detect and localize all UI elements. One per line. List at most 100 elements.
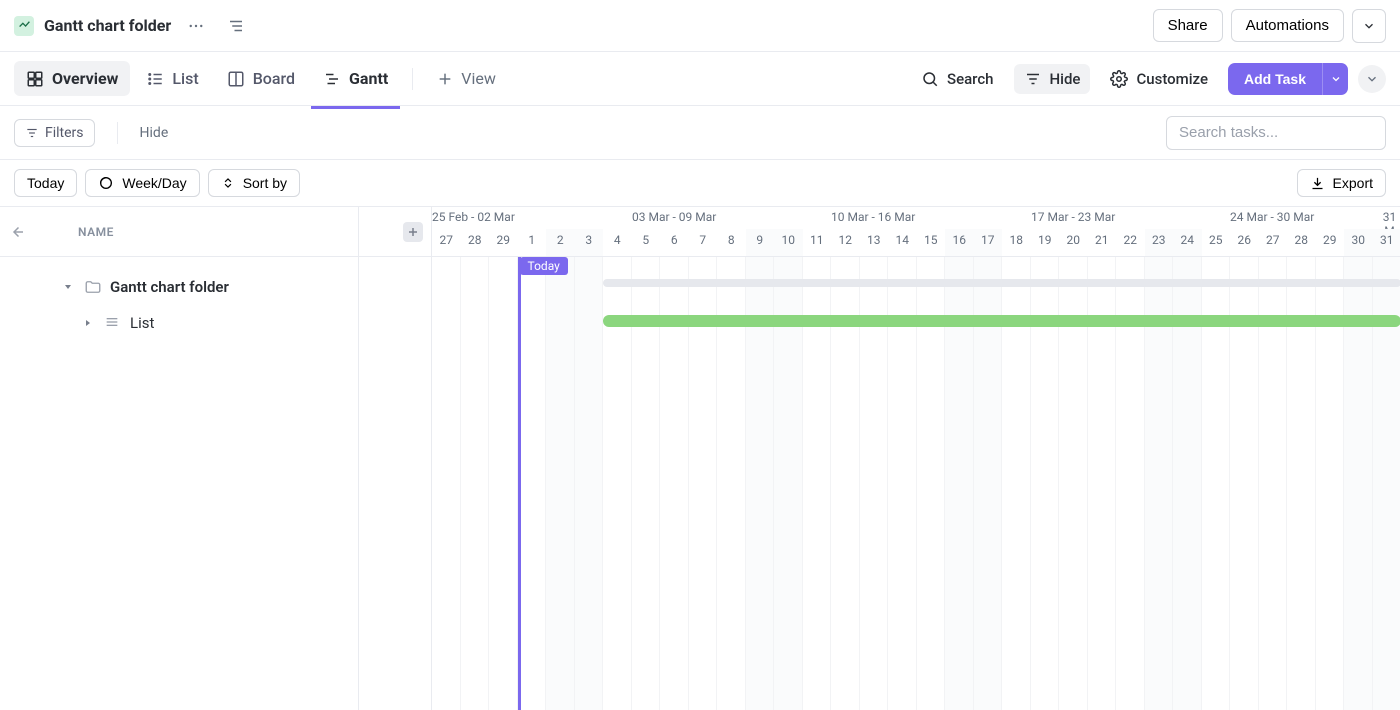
search-button[interactable]: Search: [911, 64, 1004, 94]
search-tasks-input[interactable]: [1166, 116, 1386, 150]
hide-button[interactable]: Hide: [1014, 64, 1091, 94]
filters-divider: [117, 122, 118, 144]
sort-by-button[interactable]: Sort by: [208, 169, 300, 197]
sidebar-header: NAME: [0, 207, 431, 257]
tab-list-label: List: [172, 69, 198, 88]
day-cell: 2: [546, 229, 575, 256]
gantt-area: NAME Gantt chart folder: [0, 206, 1400, 710]
view-tabs: Overview List Board Gantt View: [14, 61, 508, 96]
week-label: 03 Mar - 09 Mar: [632, 210, 716, 224]
header-actions: Share Automations: [1153, 9, 1386, 43]
name-column-header: NAME: [78, 225, 114, 239]
timeline-toolbar: Today Week/Day Sort by Export: [0, 160, 1400, 206]
day-cell: 19: [1031, 229, 1060, 256]
day-cell: 10: [774, 229, 803, 256]
today-label: Today: [520, 257, 568, 275]
customize-label: Customize: [1136, 70, 1208, 88]
today-marker: [518, 257, 521, 710]
view-bar-actions: Search Hide Customize Add Task: [911, 63, 1386, 95]
day-cell: 4: [603, 229, 632, 256]
day-cell: 26: [1230, 229, 1259, 256]
breadcrumb: Gantt chart folder: [14, 13, 251, 39]
days-row: 2728291234567891011121314151617181920212…: [432, 229, 1400, 257]
tab-list[interactable]: List: [134, 61, 210, 96]
gantt-icon: [323, 70, 341, 88]
automations-caret-button[interactable]: [1352, 9, 1386, 43]
zoom-cycle-button[interactable]: Week/Day: [85, 169, 199, 197]
day-cell: 31: [1373, 229, 1400, 256]
automations-button[interactable]: Automations: [1231, 9, 1344, 42]
customize-button[interactable]: Customize: [1100, 64, 1218, 94]
day-cell: 28: [1287, 229, 1316, 256]
grid-column: [489, 257, 518, 710]
share-label: Share: [1168, 17, 1208, 34]
day-cell: 6: [660, 229, 689, 256]
search-label: Search: [947, 70, 994, 88]
grid-area: Today: [432, 257, 1400, 710]
day-cell: 9: [746, 229, 775, 256]
outline-icon[interactable]: [221, 13, 251, 39]
gantt-sidebar: NAME Gantt chart folder: [0, 207, 432, 710]
task-bar[interactable]: [603, 315, 1400, 327]
gantt-timeline[interactable]: 25 Feb - 02 Mar 03 Mar - 09 Mar 10 Mar - 1…: [432, 207, 1400, 710]
folder-color-icon: [14, 16, 34, 36]
grid-column: [546, 257, 575, 710]
view-bar: Overview List Board Gantt View: [0, 52, 1400, 106]
day-cell: 30: [1344, 229, 1373, 256]
tab-divider: [412, 68, 413, 90]
day-cell: 13: [860, 229, 889, 256]
add-column-icon[interactable]: [403, 222, 423, 242]
tab-board-label: Board: [253, 69, 295, 88]
add-view-label: View: [461, 69, 496, 88]
day-cell: 7: [689, 229, 718, 256]
hide-columns-button[interactable]: Hide: [140, 125, 169, 141]
list-name: List: [130, 314, 154, 332]
expand-panel-icon[interactable]: [1358, 65, 1386, 93]
tab-overview[interactable]: Overview: [14, 61, 130, 96]
week-label: 10 Mar - 16 Mar: [831, 210, 915, 224]
tree-list-row[interactable]: List: [0, 305, 431, 341]
day-cell: 28: [461, 229, 490, 256]
day-cell: 18: [1002, 229, 1031, 256]
top-header: Gantt chart folder Share Automations: [0, 0, 1400, 52]
tab-gantt[interactable]: Gantt: [311, 61, 400, 96]
more-menu-icon[interactable]: [181, 13, 211, 39]
filters-bar: Filters Hide: [0, 106, 1400, 160]
day-cell: 23: [1145, 229, 1174, 256]
day-cell: 22: [1116, 229, 1145, 256]
tab-gantt-label: Gantt: [349, 69, 388, 88]
week-label: 24 Mar - 30 Mar: [1230, 210, 1314, 224]
tab-board[interactable]: Board: [215, 61, 307, 96]
week-label: 25 Feb - 02 Mar: [432, 210, 515, 224]
tree-folder-row[interactable]: Gantt chart folder: [0, 269, 431, 305]
caret-down-icon: [62, 281, 76, 293]
board-icon: [227, 70, 245, 88]
add-view-button[interactable]: View: [425, 61, 508, 96]
add-task-caret[interactable]: [1322, 63, 1348, 95]
grid-column: [518, 257, 547, 710]
day-cell: 24: [1173, 229, 1202, 256]
share-button[interactable]: Share: [1153, 9, 1223, 42]
caret-right-icon: [82, 317, 96, 329]
collapse-sidebar-icon[interactable]: [8, 223, 26, 241]
today-label: Today: [27, 175, 64, 191]
add-task-button[interactable]: Add Task: [1228, 63, 1322, 95]
filters-button[interactable]: Filters: [14, 119, 95, 147]
day-cell: 11: [803, 229, 832, 256]
day-cell: 25: [1202, 229, 1231, 256]
add-task-label: Add Task: [1244, 71, 1306, 87]
week-label: 17 Mar - 23 Mar: [1031, 210, 1115, 224]
grid-column: [575, 257, 604, 710]
list-icon: [146, 70, 164, 88]
sidebar-col-divider: [358, 207, 359, 710]
today-button[interactable]: Today: [14, 169, 77, 197]
day-cell: 16: [945, 229, 974, 256]
day-cell: 29: [489, 229, 518, 256]
filters-label: Filters: [45, 125, 84, 141]
filters-left: Filters Hide: [14, 119, 168, 147]
folder-name: Gantt chart folder: [110, 278, 229, 296]
summary-bar[interactable]: [603, 279, 1400, 287]
day-cell: 12: [831, 229, 860, 256]
day-cell: 27: [432, 229, 461, 256]
export-button[interactable]: Export: [1297, 169, 1386, 197]
